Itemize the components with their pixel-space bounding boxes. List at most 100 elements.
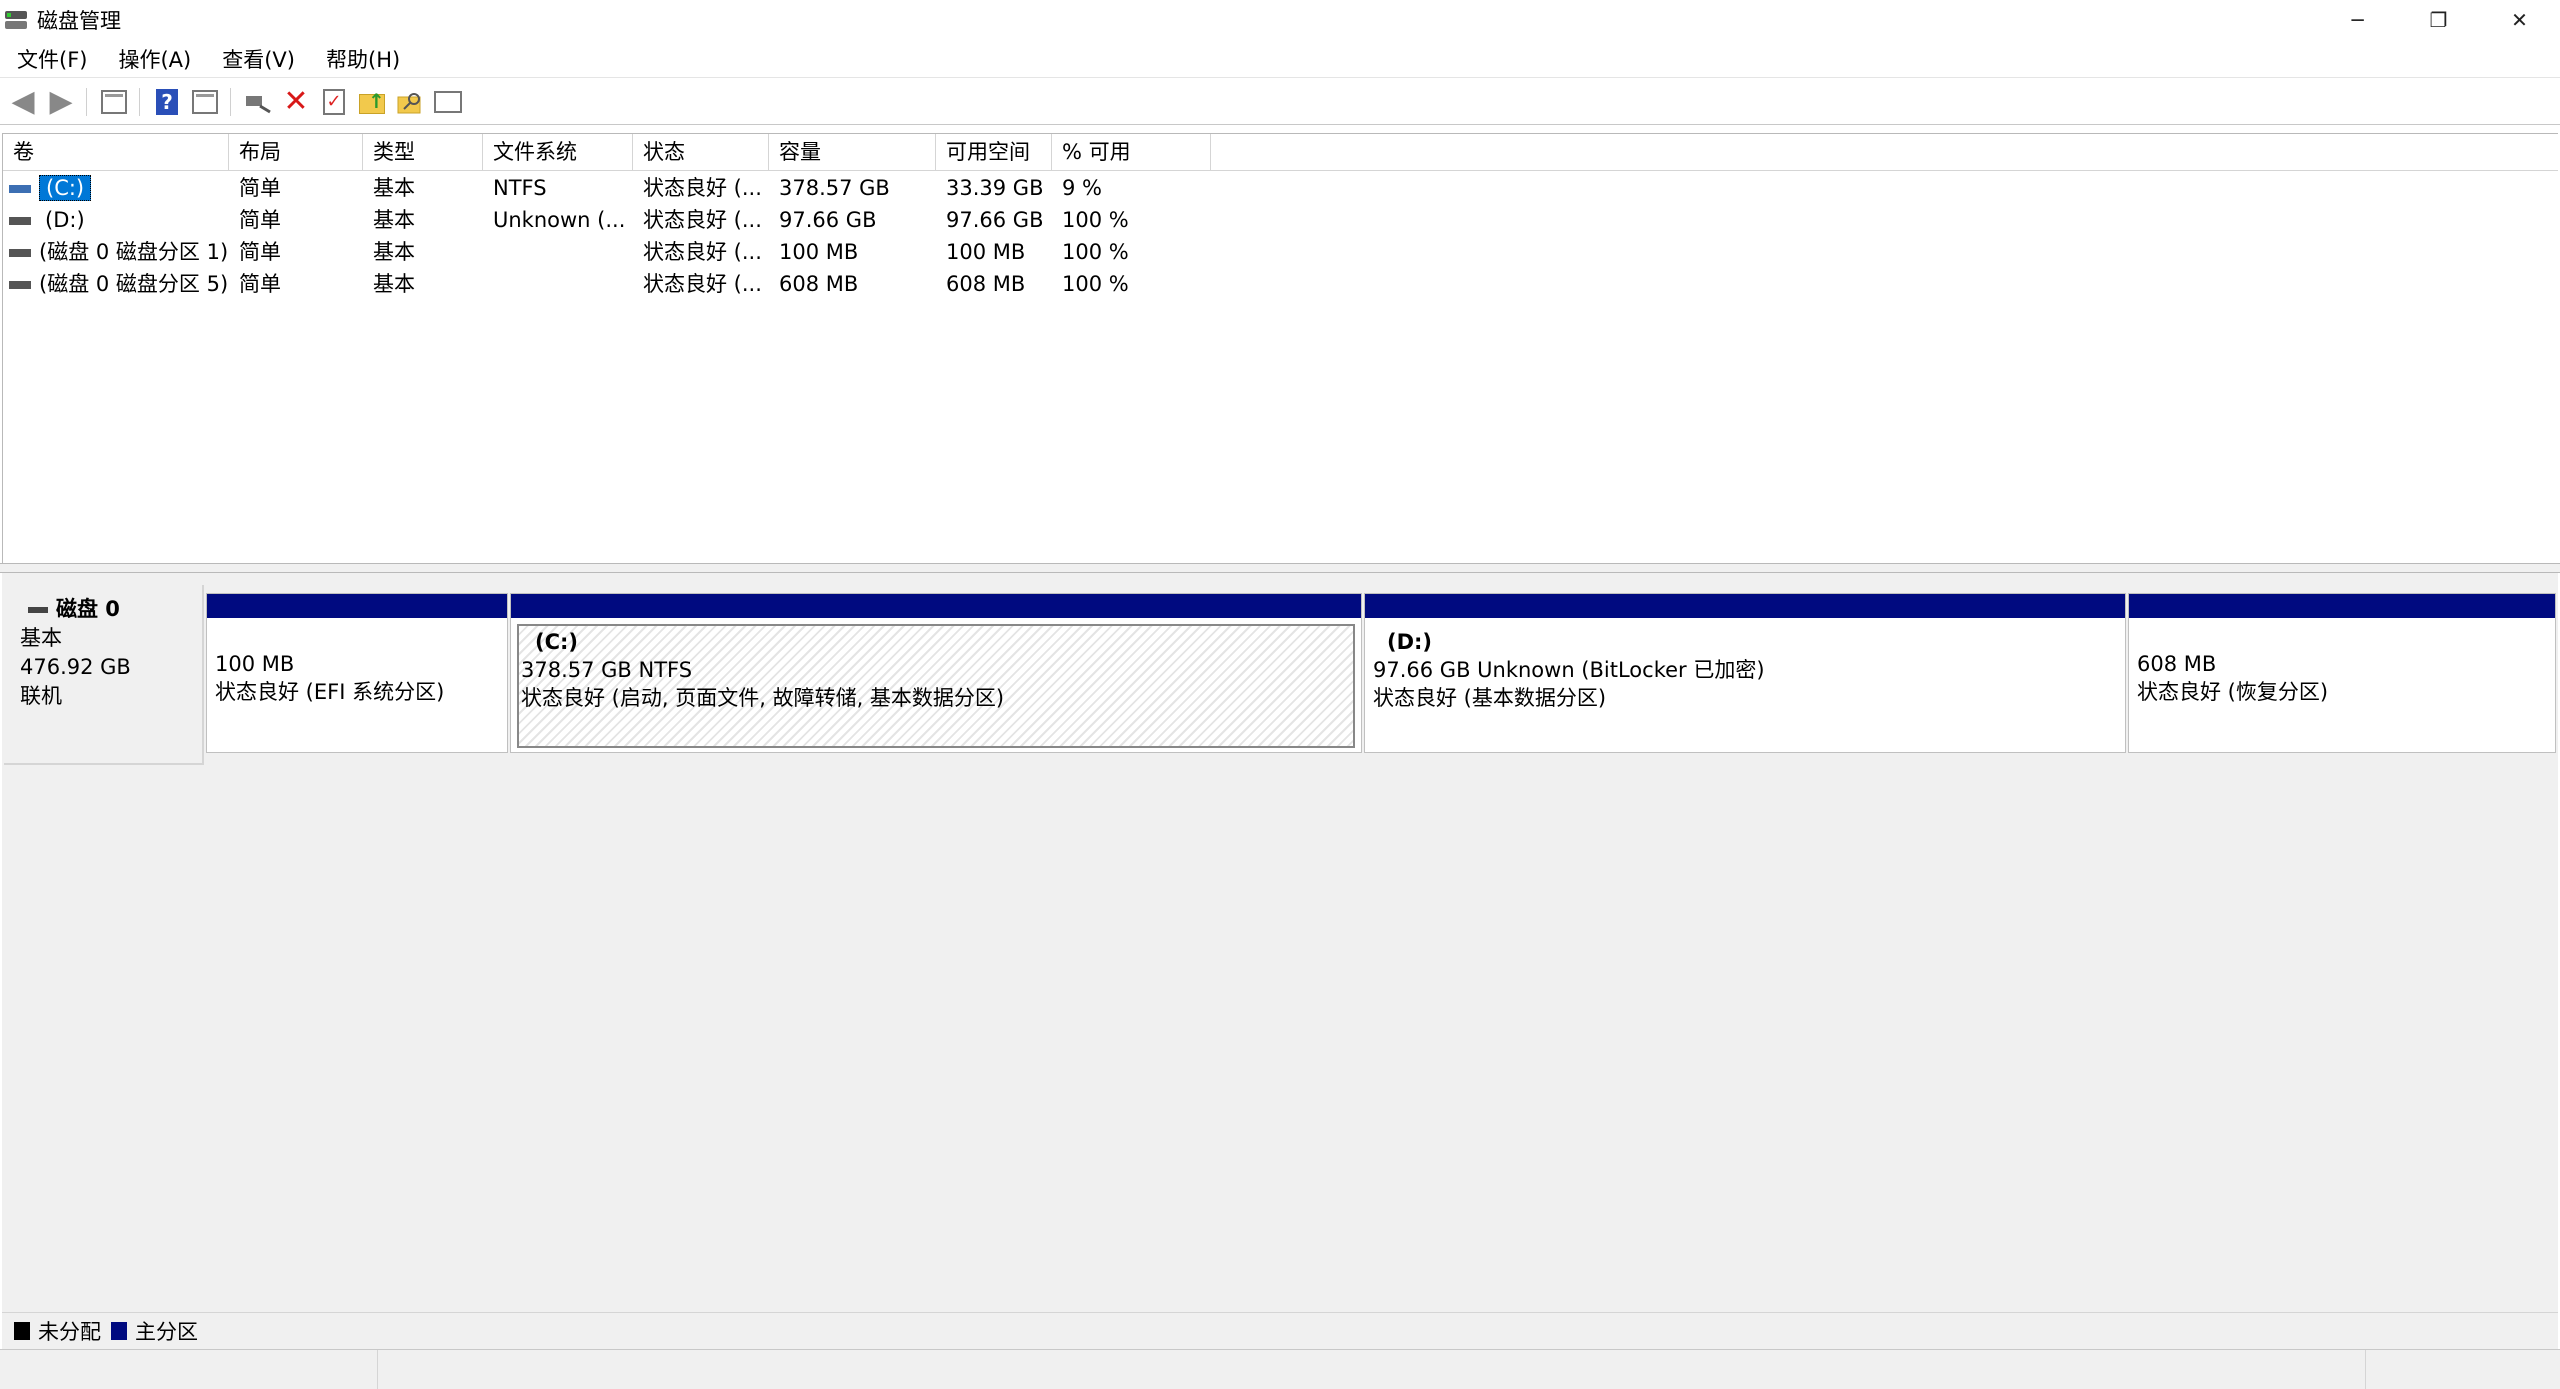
column-filesystem[interactable]: 文件系统	[483, 134, 633, 171]
disk-icon	[28, 606, 48, 613]
menu-view[interactable]: 查看(V)	[205, 44, 309, 74]
properties-check-icon[interactable]: ✓	[319, 87, 349, 117]
column-capacity[interactable]: 容量	[769, 134, 936, 171]
help-icon[interactable]: ?	[152, 87, 182, 117]
back-arrow-icon[interactable]: ◀	[8, 86, 38, 117]
folder-up-icon[interactable]: ↑	[357, 87, 387, 117]
column-free-space[interactable]: 可用空间	[936, 134, 1052, 171]
partition-efi[interactable]: 100 MB 状态良好 (EFI 系统分区)	[206, 593, 508, 753]
volume-type: 基本	[373, 176, 415, 200]
settings-panel-icon[interactable]	[433, 87, 463, 117]
legend-unallocated: 未分配	[38, 1319, 101, 1344]
volume-free: 100 MB	[946, 240, 1026, 264]
partition-recovery[interactable]: 608 MB 状态良好 (恢复分区)	[2128, 593, 2556, 753]
menu-bar: 文件(F) 操作(A) 查看(V) 帮助(H)	[0, 40, 2560, 78]
volume-layout: 简单	[239, 208, 281, 232]
status-bar-section	[2366, 1350, 2560, 1389]
volume-status: 状态良好 (...	[643, 240, 762, 264]
forward-arrow-icon[interactable]: ▶	[46, 86, 76, 117]
partition-info-line1: 100 MB	[215, 652, 295, 676]
volume-name: (磁盘 0 磁盘分区 5)	[39, 272, 229, 296]
table-row[interactable]: (C:) 简单 基本 NTFS 状态良好 (... 378.57 GB 33.3…	[3, 172, 2558, 204]
column-layout[interactable]: 布局	[229, 134, 363, 171]
volume-free: 608 MB	[946, 272, 1026, 296]
primary-partition-swatch	[111, 1321, 127, 1340]
partition-info-line2: 状态良好 (EFI 系统分区)	[215, 680, 445, 704]
table-row[interactable]: (磁盘 0 磁盘分区 1) 简单 基本 状态良好 (... 100 MB 100…	[3, 236, 2558, 268]
volume-percent-free: 100 %	[1062, 208, 1129, 232]
volume-type: 基本	[373, 208, 415, 232]
drive-icon	[9, 249, 31, 257]
pane-splitter[interactable]	[0, 563, 2560, 573]
volume-free: 97.66 GB	[946, 208, 1044, 232]
restore-button[interactable]: ❐	[2398, 0, 2479, 40]
menu-help[interactable]: 帮助(H)	[309, 44, 414, 74]
disk-info-panel[interactable]: 磁盘 0 基本 476.92 GB 联机	[4, 585, 204, 765]
volume-layout: 简单	[239, 240, 281, 264]
menu-file[interactable]: 文件(F)	[0, 44, 101, 74]
drive-icon	[9, 217, 31, 225]
minimize-button[interactable]: ─	[2317, 0, 2398, 40]
partition-name: (D:)	[1387, 630, 1433, 654]
toolbar: ◀ ▶ ? ✕ ✓ ↑	[0, 79, 2560, 125]
volume-capacity: 378.57 GB	[779, 176, 890, 200]
volume-capacity: 608 MB	[779, 272, 859, 296]
console-tree-icon[interactable]	[99, 87, 129, 117]
partition-info-line1: 608 MB	[2137, 652, 2217, 676]
window-title: 磁盘管理	[37, 9, 121, 33]
menu-action[interactable]: 操作(A)	[101, 44, 205, 74]
partition-info-line2: 状态良好 (基本数据分区)	[1373, 686, 1607, 710]
table-row[interactable]: (D:) 简单 基本 Unknown (... 状态良好 (... 97.66 …	[3, 204, 2558, 236]
column-percent-free[interactable]: % 可用	[1052, 134, 1211, 171]
volume-type: 基本	[373, 240, 415, 264]
volume-list-header: 卷 布局 类型 文件系统 状态 容量 可用空间 % 可用	[3, 134, 2558, 171]
column-volume[interactable]: 卷	[3, 134, 229, 171]
volume-name: (C:)	[39, 175, 92, 201]
partition-info-line1: 97.66 GB Unknown (BitLocker 已加密)	[1373, 658, 1765, 682]
disk-name: 磁盘 0	[56, 597, 120, 621]
partition-d[interactable]: (D:) 97.66 GB Unknown (BitLocker 已加密) 状态…	[1364, 593, 2126, 753]
partition-color-bar	[2129, 594, 2555, 618]
disk-state: 联机	[20, 684, 62, 708]
volume-percent-free: 100 %	[1062, 240, 1129, 264]
column-type[interactable]: 类型	[363, 134, 483, 171]
volume-name: (磁盘 0 磁盘分区 1)	[39, 240, 229, 264]
table-row[interactable]: (磁盘 0 磁盘分区 5) 简单 基本 状态良好 (... 608 MB 608…	[3, 268, 2558, 300]
column-status[interactable]: 状态	[633, 134, 769, 171]
search-folder-icon[interactable]	[395, 87, 425, 117]
status-bar-section	[0, 1350, 378, 1389]
volume-status: 状态良好 (...	[643, 176, 762, 200]
partition-info-line1: 378.57 GB NTFS	[521, 658, 693, 682]
volume-capacity: 97.66 GB	[779, 208, 877, 232]
delete-icon[interactable]: ✕	[281, 86, 311, 117]
volume-percent-free: 9 %	[1062, 176, 1102, 200]
status-bar	[0, 1349, 2560, 1389]
connect-disk-icon[interactable]	[243, 87, 273, 117]
volume-capacity: 100 MB	[779, 240, 859, 264]
close-button[interactable]: ✕	[2479, 0, 2560, 40]
disk-management-app-icon	[3, 7, 29, 33]
volume-list[interactable]: 卷 布局 类型 文件系统 状态 容量 可用空间 % 可用 (C:) 简单 基本 …	[2, 133, 2558, 563]
drive-icon	[9, 185, 31, 193]
title-bar: 磁盘管理 ─ ❐ ✕	[0, 0, 2560, 40]
volume-filesystem: NTFS	[493, 176, 547, 200]
unallocated-swatch	[14, 1321, 30, 1340]
partition-name: (C:)	[535, 630, 579, 654]
legend: 未分配 主分区	[2, 1312, 2558, 1348]
volume-filesystem	[483, 268, 633, 300]
partition-color-bar	[1365, 594, 2125, 618]
volume-status: 状态良好 (...	[643, 208, 762, 232]
volume-free: 33.39 GB	[946, 176, 1044, 200]
toolbar-separator	[86, 87, 87, 116]
volume-filesystem	[483, 236, 633, 268]
toolbar-separator	[139, 87, 140, 116]
volume-layout: 简单	[239, 176, 281, 200]
toolbar-separator	[230, 87, 231, 116]
partition-info-line2: 状态良好 (恢复分区)	[2137, 680, 2329, 704]
status-bar-section	[378, 1350, 2366, 1389]
volume-layout: 简单	[239, 272, 281, 296]
volume-name: (D:)	[45, 208, 85, 232]
volume-filesystem: Unknown (...	[493, 208, 626, 232]
view-icon[interactable]	[190, 87, 220, 117]
partition-c[interactable]: (C:) 378.57 GB NTFS 状态良好 (启动, 页面文件, 故障转储…	[510, 593, 1362, 753]
